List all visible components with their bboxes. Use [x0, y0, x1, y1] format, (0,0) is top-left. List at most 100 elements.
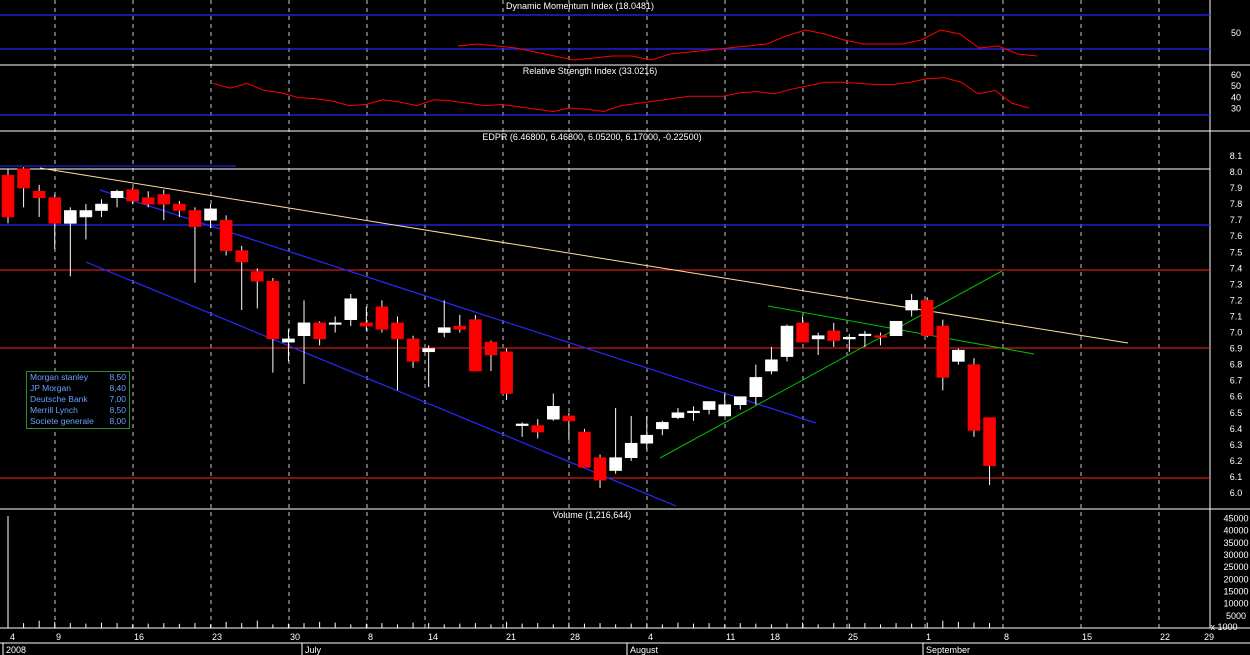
dmi-tick: 50 [1231, 28, 1241, 38]
price-tick: 7.6 [1230, 231, 1243, 241]
rsi-title: Relative Strength Index (33.0216) [523, 66, 658, 76]
rsi-line [212, 77, 1030, 113]
candle-body [718, 404, 731, 417]
uptrend-line [659, 270, 1003, 459]
price-tick: 7.1 [1230, 311, 1243, 321]
x-month-label: July [305, 645, 322, 655]
candle-body [531, 425, 545, 433]
candle-body [967, 364, 981, 431]
x-day-label: 8 [1004, 632, 1009, 642]
volume-title: Volume (1,216,644) [553, 510, 632, 520]
price-tick: 7.7 [1230, 215, 1243, 225]
price-tick: 7.5 [1230, 247, 1243, 257]
x-day-label: 21 [506, 632, 516, 642]
candle-body [141, 197, 155, 205]
x-day-label: 15 [1082, 632, 1092, 642]
candle-body [204, 208, 217, 221]
price-tick: 6.4 [1230, 424, 1243, 434]
x-day-label: 8 [368, 632, 373, 642]
volume-multiplier: x 1000 [1210, 622, 1237, 632]
candle-body [624, 442, 638, 458]
candle-body [484, 341, 498, 356]
candle-body [811, 335, 825, 340]
volume-tick: 45000 [1223, 513, 1248, 523]
price-tick: 7.3 [1230, 279, 1243, 289]
downtrend-line [39, 167, 1129, 344]
volume-tick: 20000 [1223, 574, 1248, 584]
candle-body [235, 250, 248, 263]
candle-body [640, 434, 654, 444]
legend-item: Merrill Lynch 8,50 [30, 405, 126, 415]
candle-body [282, 338, 295, 343]
candle-body [328, 322, 342, 325]
candle-body [1, 174, 15, 218]
x-month-label: 2008 [6, 645, 26, 655]
legend-item: Societe generale 8,00 [30, 416, 126, 426]
candle-body [266, 280, 280, 340]
candle-body [687, 410, 700, 414]
volume-panel [7, 516, 991, 628]
price-tick: 6.5 [1230, 408, 1243, 418]
legend-item: JP Morgan 8,40 [30, 383, 126, 393]
candle-body [515, 423, 529, 426]
candle-body [936, 325, 950, 378]
candle-body [219, 219, 233, 251]
x-day-label: 9 [56, 632, 61, 642]
x-day-label: 1 [926, 632, 931, 642]
rsi-tick: 30 [1231, 104, 1241, 114]
x-day-label: 28 [570, 632, 580, 642]
price-tick: 7.9 [1230, 183, 1243, 193]
x-day-label: 4 [10, 632, 15, 642]
candle-body [827, 330, 841, 341]
axis-labels: 50605040308.18.07.97.87.77.67.57.47.37.2… [0, 28, 1250, 655]
candle-body [297, 322, 311, 337]
x-day-label: 18 [770, 632, 780, 642]
x-day-label: 16 [134, 632, 144, 642]
price-tick: 6.9 [1230, 344, 1243, 354]
candle-body [749, 377, 763, 398]
panel-separators [0, 0, 1250, 629]
candle-body [250, 271, 264, 282]
price-tick: 7.8 [1230, 199, 1243, 209]
candle-body [406, 338, 420, 362]
x-day-label: 11 [726, 632, 735, 642]
candle-body [656, 422, 669, 430]
candle-body [609, 457, 622, 471]
candle-body [952, 349, 965, 362]
x-day-label: 14 [428, 632, 438, 642]
candle-body [593, 457, 607, 481]
candle-body [562, 415, 576, 422]
x-day-label: 30 [290, 632, 300, 642]
candle-body [858, 333, 872, 337]
candle-body [453, 325, 467, 330]
candle-body [79, 210, 93, 218]
x-day-label: 29 [1204, 632, 1214, 642]
candle-body [796, 322, 809, 343]
price-tick: 6.7 [1230, 376, 1243, 386]
price-tick: 6.2 [1230, 456, 1243, 466]
price-tick: 8.1 [1230, 151, 1243, 161]
volume-tick: 30000 [1223, 550, 1248, 560]
legend-item: Deutsche Bank 7,00 [30, 394, 126, 404]
volume-tick: 10000 [1223, 599, 1248, 609]
candle-body [889, 320, 903, 337]
candle-body [702, 401, 716, 410]
stock-chart: 50605040308.18.07.97.87.77.67.57.47.37.2… [0, 0, 1250, 655]
price-tick: 6.0 [1230, 488, 1243, 498]
candle-body [375, 306, 389, 330]
grid-lines [54, 0, 1160, 628]
x-day-label: 25 [848, 632, 858, 642]
price-tick: 7.4 [1230, 263, 1243, 273]
x-day-label: 22 [1160, 632, 1170, 642]
volume-tick: 35000 [1223, 538, 1248, 548]
candle-body [920, 300, 934, 337]
candle-body [95, 203, 108, 211]
candle-body [126, 189, 139, 202]
candle-body [360, 322, 373, 327]
legend-item: Morgan stanley 8,50 [30, 372, 126, 382]
analyst-targets-legend: Morgan stanley 8,50 JP Morgan 8,40 Deutsch… [26, 371, 130, 429]
price-tick: 6.3 [1230, 440, 1243, 450]
volume-tick: 40000 [1223, 526, 1248, 536]
candle-body [32, 190, 46, 198]
volume-tick: 15000 [1223, 586, 1248, 596]
